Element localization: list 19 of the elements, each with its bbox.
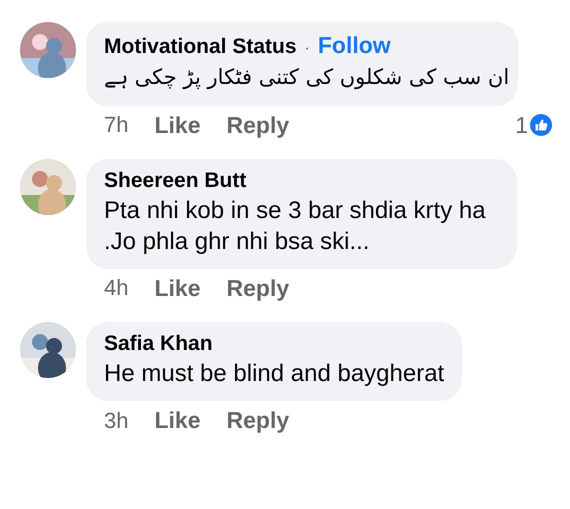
- follow-link[interactable]: Follow: [318, 32, 391, 59]
- author-name[interactable]: Sheereen Butt: [104, 168, 246, 193]
- timestamp: 7h: [104, 112, 128, 138]
- timestamp: 3h: [104, 408, 128, 434]
- like-link[interactable]: Like: [154, 274, 201, 302]
- comment-text: ان سب کی شکلوں کی کتنی فٹکار پڑ چکی ہے: [104, 64, 510, 92]
- thumbs-up-icon: [530, 114, 552, 136]
- comment-text: Pta nhi kob in se 3 bar shdia krty ha .Jo phla ghr nhi bsa ski...: [104, 196, 487, 257]
- comment-text: He must be blind and baygherat: [104, 358, 444, 389]
- reply-link[interactable]: Reply: [226, 274, 290, 302]
- like-link[interactable]: Like: [154, 112, 201, 139]
- author-name[interactable]: Safia Khan: [104, 332, 213, 356]
- timestamp: 4h: [104, 275, 128, 302]
- reply-link[interactable]: Reply: [226, 407, 290, 434]
- author-name[interactable]: Motivational Status: [104, 35, 297, 59]
- reply-link[interactable]: Reply: [226, 112, 290, 139]
- separator-dot: ·: [304, 40, 310, 58]
- like-link[interactable]: Like: [154, 407, 201, 434]
- reaction-count: 1: [515, 112, 528, 139]
